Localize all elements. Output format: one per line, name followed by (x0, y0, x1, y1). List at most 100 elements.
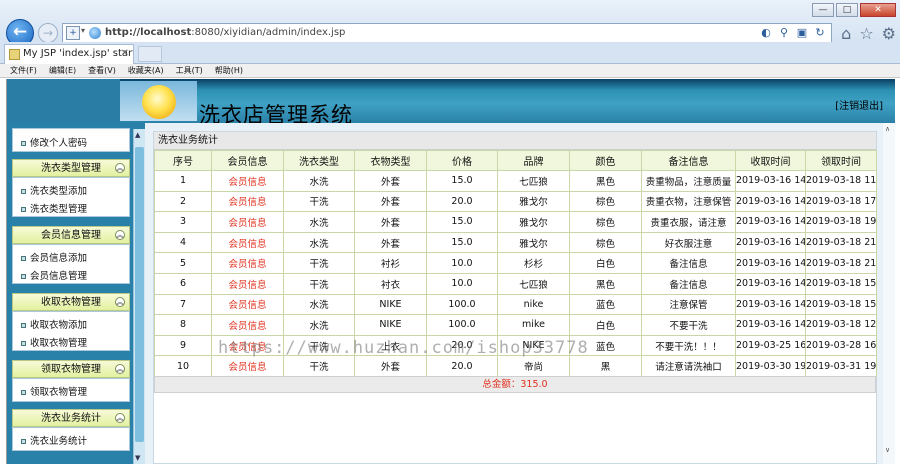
table-row: 10会员信息干洗外套20.0帝尚黑请注意请洗袖口2019-03-30 19:54… (154, 355, 877, 377)
scroll-down-icon[interactable]: ∨ (885, 446, 890, 454)
sidebar-group-receive-clothes[interactable]: 收取衣物管理 ︽ (12, 293, 130, 311)
table-cell: 外套 (354, 355, 427, 377)
chevron-up-icon[interactable]: ︽ (115, 413, 125, 423)
member-info-link[interactable]: 会员信息 (211, 252, 284, 274)
table-cell: 2019-03-16 14:59 (735, 314, 806, 336)
chevron-down-icon[interactable]: ▾ (81, 26, 85, 35)
table-cell: 杉杉 (497, 252, 570, 274)
table-cell: NIKE (354, 293, 427, 316)
table-cell: 水洗 (283, 293, 355, 316)
column-header: 衣物类型 (354, 150, 427, 171)
sun-icon (142, 85, 176, 119)
table-cell: 9 (154, 334, 212, 357)
chevron-up-icon[interactable]: ︽ (115, 230, 125, 240)
menu-view[interactable]: 查看(V) (88, 64, 116, 77)
minimize-button[interactable]: — (812, 3, 834, 17)
compatibility-icon[interactable]: + (66, 26, 80, 40)
address-url[interactable]: http://localhost:8080/xiyidian/admin/ind… (105, 27, 345, 38)
sidebar-group-body: 会员信息添加 会员信息管理 (12, 244, 130, 284)
sidebar-group-member[interactable]: 会员信息管理 ︽ (12, 226, 130, 244)
sidebar-item-statistics[interactable]: 洗衣业务统计 (21, 433, 87, 447)
chevron-up-icon[interactable]: ︽ (115, 163, 125, 173)
member-info-link[interactable]: 会员信息 (211, 272, 284, 295)
table-cell: 6 (154, 272, 212, 295)
table-cell: 2019-03-18 19:57 (805, 211, 877, 233)
chevron-up-icon[interactable]: ︽ (115, 364, 125, 374)
scroll-up-icon[interactable]: ▲ (135, 131, 140, 139)
table-cell: 帝尚 (497, 355, 570, 377)
menu-tools[interactable]: 工具(T) (176, 64, 203, 77)
table-header-row: 序号 会员信息 洗衣类型 衣物类型 价格 品牌 颜色 备注信息 收取时间 领取时… (154, 150, 877, 171)
table-row: 5会员信息干洗衬衫10.0杉杉白色备注信息2019-03-16 14:59201… (154, 252, 877, 274)
sidebar-scrollbar[interactable]: ▲ ▼ (133, 129, 145, 464)
menu-favorites[interactable]: 收藏夹(A) (128, 64, 164, 77)
member-info-link[interactable]: 会员信息 (211, 314, 284, 336)
table-cell: 备注信息 (641, 272, 736, 295)
new-tab-button[interactable] (138, 46, 162, 62)
search-icon[interactable]: ⚲ (777, 26, 791, 40)
star-icon[interactable]: ☆ (859, 24, 873, 43)
table-cell: 衬衣 (354, 272, 427, 295)
bullet-icon (21, 439, 26, 444)
scrollbar-thumb[interactable] (135, 147, 144, 442)
sidebar-profile-box: 修改个人密码 (12, 128, 130, 152)
sidebar-item-member-manage[interactable]: 会员信息管理 (21, 268, 87, 282)
sidebar-item-receive-manage[interactable]: 收取衣物管理 (21, 335, 87, 349)
table-cell: 蓝色 (569, 293, 642, 316)
sidebar-item-wash-type-manage[interactable]: 洗衣类型管理 (21, 201, 87, 215)
table-cell: 2019-03-16 14:59 (735, 170, 806, 192)
scroll-up-icon[interactable]: ∧ (885, 125, 890, 133)
content-scrollbar[interactable]: ∧ ∨ (883, 123, 895, 464)
compat-view-icon[interactable]: ▣ (795, 26, 809, 40)
table-cell: 2019-03-30 19:54 (735, 355, 806, 377)
logout-link[interactable]: [注销退出] (835, 97, 883, 112)
member-info-link[interactable]: 会员信息 (211, 211, 284, 233)
home-icon[interactable]: ⌂ (841, 24, 851, 43)
menu-help[interactable]: 帮助(H) (215, 64, 243, 77)
sidebar-group-wash-type[interactable]: 洗衣类型管理 ︽ (12, 159, 130, 177)
sidebar-item-receive-add[interactable]: 收取衣物添加 (21, 317, 87, 331)
close-icon[interactable]: ✕ (121, 48, 129, 59)
sidebar-item-label: 会员信息添加 (30, 253, 88, 264)
logo (120, 81, 197, 121)
forward-arrow-icon[interactable]: → (38, 23, 58, 43)
address-bar[interactable]: + ▾ http://localhost:8080/xiyidian/admin… (62, 23, 832, 43)
table-cell: 2019-03-16 14:59 (735, 252, 806, 274)
table-cell: 七匹狼 (497, 170, 570, 192)
member-info-link[interactable]: 会员信息 (211, 293, 284, 316)
panel-title: 洗衣业务统计 (154, 132, 876, 150)
table-cell: 外套 (354, 211, 427, 233)
sidebar-group-statistics[interactable]: 洗衣业务统计 ︽ (12, 409, 130, 427)
table-cell: 贵重衣物，注意保管 (641, 190, 736, 213)
table-cell: 白色 (569, 252, 642, 274)
refresh-icon[interactable]: ↻ (813, 26, 827, 40)
table-cell: 黑色 (569, 272, 642, 295)
table-cell: 20.0 (426, 190, 498, 213)
member-info-link[interactable]: 会员信息 (211, 231, 284, 254)
column-header: 收取时间 (735, 150, 806, 171)
sidebar-group-pickup-clothes[interactable]: 领取衣物管理 ︽ (12, 360, 130, 378)
maximize-button[interactable]: □ (836, 3, 858, 17)
sidebar-item-wash-type-add[interactable]: 洗衣类型添加 (21, 183, 87, 197)
sidebar-item-label: 收取衣物添加 (30, 320, 88, 331)
scroll-down-icon[interactable]: ▼ (135, 454, 140, 462)
member-info-link[interactable]: 会员信息 (211, 190, 284, 213)
menu-file[interactable]: 文件(F) (10, 64, 37, 77)
total-amount: 总金额：315.0 (154, 376, 876, 393)
member-info-link[interactable]: 会员信息 (211, 170, 284, 192)
sidebar-item-change-password[interactable]: 修改个人密码 (21, 135, 87, 149)
menu-edit[interactable]: 编辑(E) (49, 64, 76, 77)
bullet-icon (21, 189, 26, 194)
secure-icon[interactable]: ◐ (759, 26, 773, 40)
sidebar-item-member-add[interactable]: 会员信息添加 (21, 250, 87, 264)
column-header: 序号 (154, 150, 212, 171)
member-info-link[interactable]: 会员信息 (211, 355, 284, 377)
table-cell: 10.0 (426, 252, 498, 274)
close-window-button[interactable]: ✕ (860, 3, 896, 17)
sidebar-item-label: 修改个人密码 (30, 138, 88, 149)
browser-tab[interactable]: My JSP 'index.jsp' startin... ✕ (4, 44, 134, 64)
table-cell: NIKE (354, 314, 427, 336)
chevron-up-icon[interactable]: ︽ (115, 297, 125, 307)
sidebar-item-pickup-manage[interactable]: 领取衣物管理 (21, 384, 87, 398)
gear-icon[interactable]: ⚙ (882, 24, 896, 43)
